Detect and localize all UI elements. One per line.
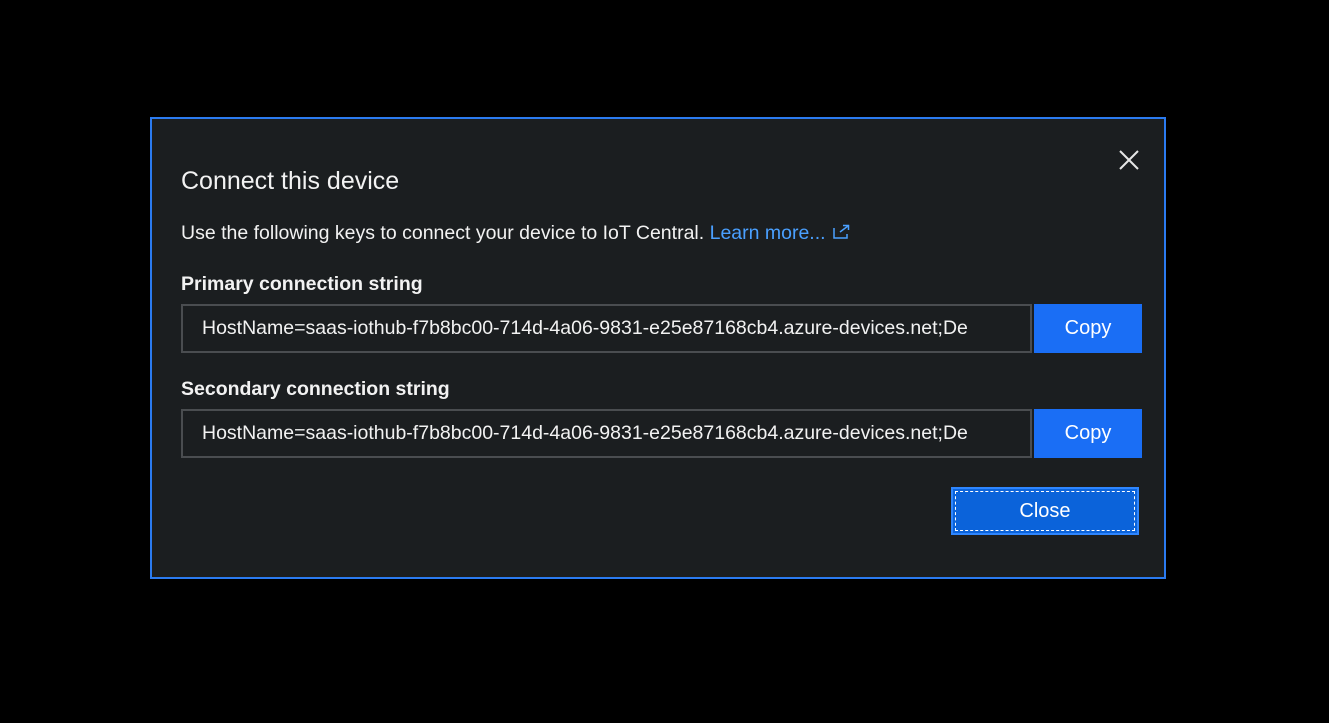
primary-connection-label: Primary connection string xyxy=(181,273,423,295)
primary-copy-button[interactable]: Copy xyxy=(1034,304,1142,353)
learn-more-link[interactable]: Learn more... xyxy=(710,222,851,244)
secondary-connection-label: Secondary connection string xyxy=(181,378,450,400)
close-button[interactable]: Close xyxy=(951,487,1139,535)
primary-connection-input[interactable] xyxy=(181,304,1032,353)
dialog-title: Connect this device xyxy=(181,167,400,195)
secondary-copy-button[interactable]: Copy xyxy=(1034,409,1142,458)
learn-more-label: Learn more... xyxy=(709,222,826,244)
close-icon[interactable] xyxy=(1116,147,1142,173)
dialog-description: Use the following keys to connect your d… xyxy=(181,220,851,247)
external-link-icon xyxy=(832,221,851,247)
description-text: Use the following keys to connect your d… xyxy=(181,222,705,244)
connect-device-dialog: Connect this device Use the following ke… xyxy=(150,117,1166,579)
secondary-connection-row: Copy xyxy=(181,409,1142,458)
primary-connection-row: Copy xyxy=(181,304,1142,353)
secondary-connection-input[interactable] xyxy=(181,409,1032,458)
